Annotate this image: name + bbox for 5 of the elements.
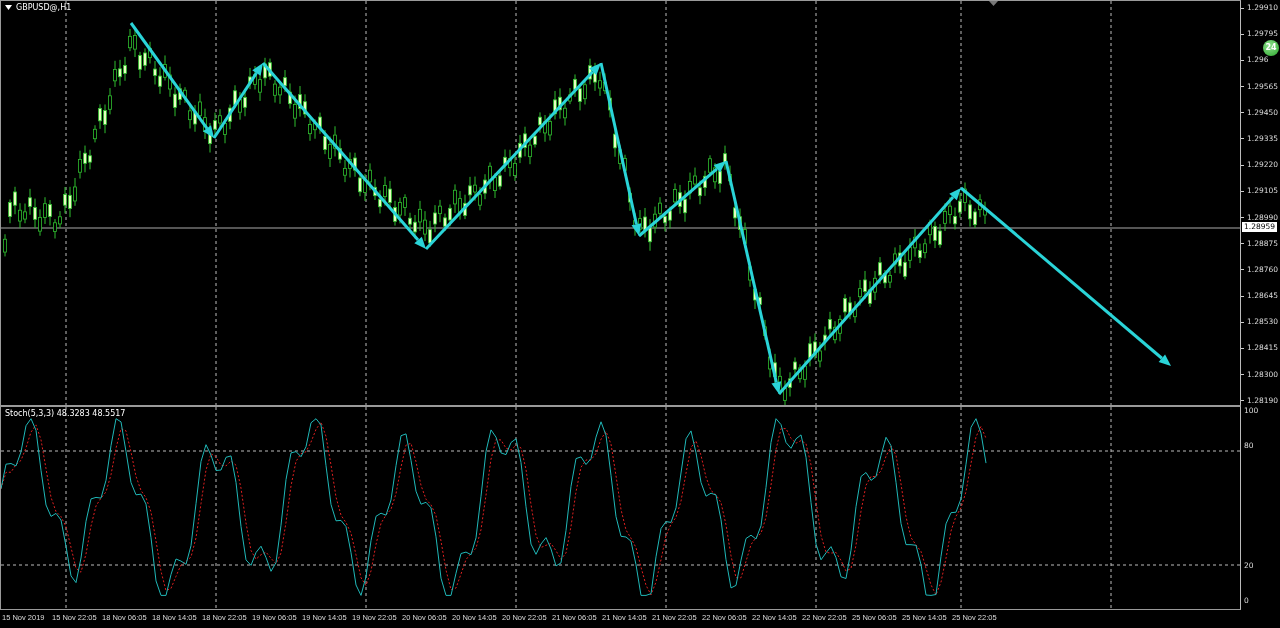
notification-badge[interactable]: 24 [1263, 39, 1279, 56]
indicator-label: Stoch(5,3,3) 48.3283 48.5517 [5, 409, 126, 418]
chart-shift-icon[interactable] [989, 1, 998, 6]
chart-title: GBPUSD@,H1 [16, 3, 72, 12]
dropdown-icon[interactable] [5, 5, 12, 10]
